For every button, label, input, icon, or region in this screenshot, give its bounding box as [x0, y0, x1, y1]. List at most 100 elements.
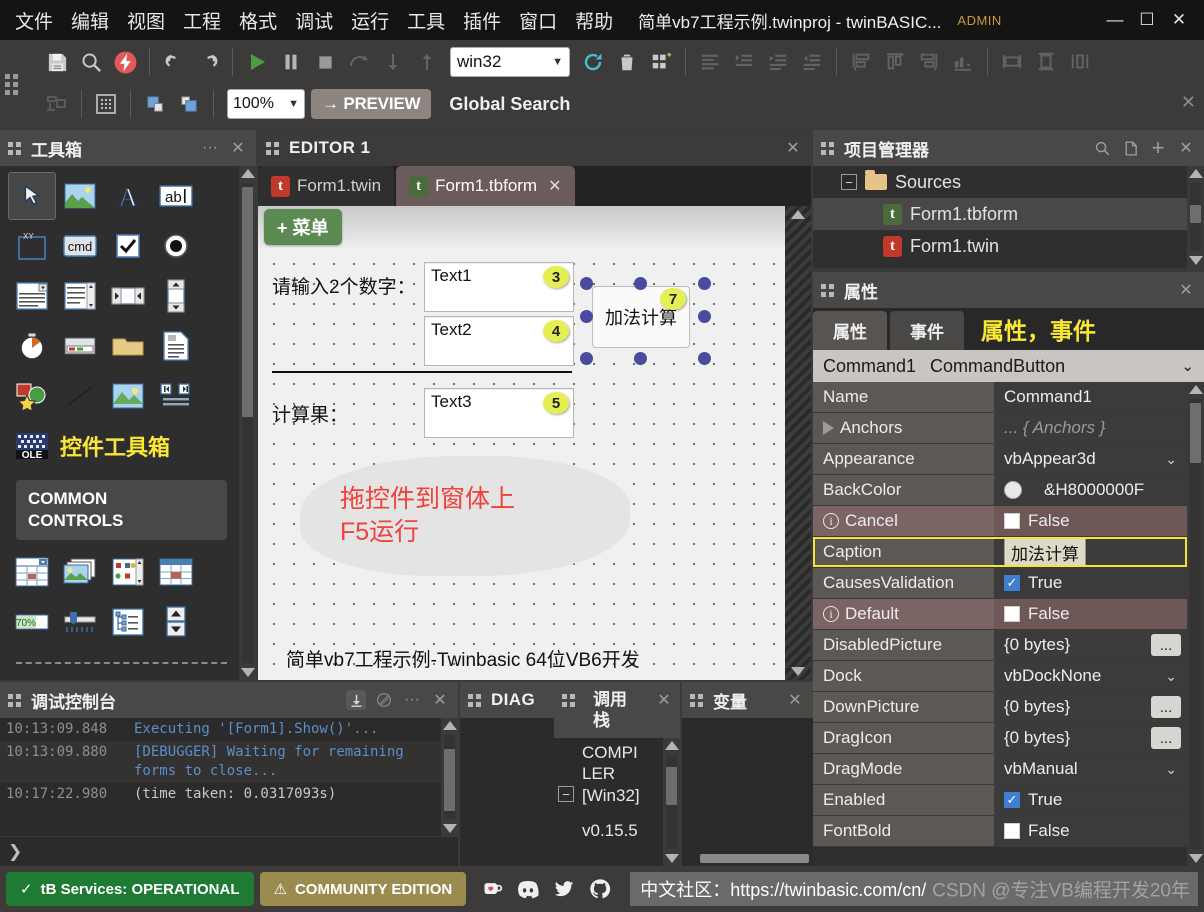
scroll-thumb[interactable]	[666, 767, 677, 805]
zoom-select[interactable]: 100% ▼	[227, 89, 305, 119]
search-icon[interactable]	[1092, 138, 1112, 158]
delete-icon[interactable]	[610, 43, 644, 81]
property-value[interactable]: vbDockNone ⌄	[994, 661, 1187, 691]
tool-frame-icon[interactable]: XY	[8, 222, 56, 270]
align-rights-icon[interactable]	[912, 43, 946, 81]
property-row-anchors[interactable]: Anchors ... { Anchors }	[813, 413, 1187, 444]
selection-handle-ne[interactable]	[698, 277, 711, 290]
tool-image-icon[interactable]	[104, 372, 152, 420]
scroll-up-icon[interactable]	[240, 166, 255, 181]
console-prompt-input[interactable]: ❯	[0, 836, 458, 866]
grid-apps-icon[interactable]	[644, 43, 678, 81]
property-row-appearance[interactable]: Appearance vbAppear3d ⌄	[813, 444, 1187, 475]
designer-scroll-gutter[interactable]	[785, 206, 811, 680]
selection-handle-e[interactable]	[698, 310, 711, 323]
send-to-back-icon[interactable]	[172, 85, 206, 123]
scroll-track[interactable]	[666, 755, 677, 849]
console-scrollbar[interactable]	[441, 718, 458, 836]
selection-handle-se[interactable]	[698, 352, 711, 365]
scroll-up-icon[interactable]	[791, 210, 805, 219]
add-icon[interactable]: +	[1148, 135, 1168, 160]
project-manager-scrollbar[interactable]	[1187, 166, 1204, 268]
scroll-down-icon[interactable]	[1188, 851, 1203, 866]
form-designer-surface[interactable]: + 菜单 请输入2个数字： Text1 3 Text2 4 计算果： Text3…	[258, 206, 785, 680]
tab-events[interactable]: 事件	[890, 311, 964, 350]
scroll-down-icon[interactable]	[664, 851, 679, 866]
tab-properties[interactable]: 属性	[813, 311, 887, 350]
scroll-up-icon[interactable]	[442, 718, 457, 733]
tool-ole-icon[interactable]: OLE	[8, 422, 56, 470]
expand-triangle-icon[interactable]	[823, 421, 834, 435]
preview-button[interactable]: → PREVIEW	[311, 89, 432, 119]
variables-close-icon[interactable]: ✕	[785, 690, 805, 710]
browse-button[interactable]: ...	[1151, 634, 1181, 656]
hot-reload-icon[interactable]	[108, 43, 142, 81]
scroll-track[interactable]	[444, 735, 455, 819]
form-canvas[interactable]: 请输入2个数字： Text1 3 Text2 4 计算果： Text3 5 加法…	[258, 248, 785, 680]
step-out-icon[interactable]	[410, 43, 444, 81]
checkbox[interactable]: ✓	[1004, 792, 1020, 808]
tab-form1-tbform[interactable]: t Form1.tbform ✕	[396, 166, 575, 206]
tool-listbox-icon[interactable]	[56, 272, 104, 320]
menu-run[interactable]: 运行	[342, 3, 398, 38]
properties-scrollbar[interactable]	[1187, 382, 1204, 866]
property-row-name[interactable]: Name Command1	[813, 382, 1187, 413]
tool-optionbutton-icon[interactable]	[152, 222, 200, 270]
menu-help[interactable]: 帮助	[566, 3, 622, 38]
center-vertically-icon[interactable]	[1029, 43, 1063, 81]
browse-button[interactable]: ...	[1151, 727, 1181, 749]
property-value[interactable]: ✓ True	[994, 568, 1187, 598]
editor-close-icon[interactable]: ✕	[783, 138, 803, 158]
property-value[interactable]: {0 bytes} ...	[994, 692, 1187, 722]
drag-handle-icon[interactable]	[8, 693, 21, 707]
step-over-icon[interactable]	[342, 43, 376, 81]
call-stack-close-icon[interactable]: ✕	[654, 690, 674, 710]
tool-updown-icon[interactable]	[152, 598, 200, 646]
search-icon[interactable]	[74, 43, 108, 81]
property-row-dock[interactable]: Dock vbDockNone ⌄	[813, 661, 1187, 692]
tree-node-sources[interactable]: − Sources	[813, 166, 1187, 198]
property-value[interactable]: False	[994, 816, 1187, 846]
github-icon[interactable]	[588, 877, 612, 901]
services-status-badge[interactable]: ✓ tB Services: OPERATIONAL	[6, 872, 254, 906]
checkbox[interactable]: ✓	[1004, 575, 1020, 591]
property-row-causesvalidation[interactable]: CausesValidation ✓ True	[813, 568, 1187, 599]
toolbar-close-icon[interactable]: ✕	[1181, 92, 1196, 113]
decrease-indent-icon[interactable]	[795, 43, 829, 81]
call-stack-scrollbar[interactable]	[663, 738, 680, 866]
selection-handle-n[interactable]	[634, 277, 647, 290]
scroll-up-icon[interactable]	[664, 738, 679, 753]
scroll-down-icon[interactable]	[1188, 253, 1203, 268]
download-icon[interactable]	[346, 690, 366, 710]
kofi-icon[interactable]	[480, 877, 504, 901]
property-value[interactable]: vbAppear3d ⌄	[994, 444, 1187, 474]
scroll-track[interactable]	[242, 183, 253, 663]
menu-edit[interactable]: 编辑	[62, 3, 118, 38]
distribute-icon[interactable]	[1063, 43, 1097, 81]
property-row-enabled[interactable]: Enabled ✓ True	[813, 785, 1187, 816]
redo-icon[interactable]	[191, 43, 225, 81]
step-into-icon[interactable]	[376, 43, 410, 81]
selection-handle-s[interactable]	[634, 352, 647, 365]
drag-handle-icon[interactable]	[468, 693, 481, 707]
tab-form1-twin[interactable]: t Form1.twin	[258, 166, 395, 206]
properties-close-icon[interactable]: ✕	[1176, 280, 1196, 300]
pause-icon[interactable]	[274, 43, 308, 81]
twitter-icon[interactable]	[552, 877, 576, 901]
align-lefts-icon[interactable]	[844, 43, 878, 81]
tool-filelistbox-icon[interactable]	[152, 322, 200, 370]
scroll-thumb[interactable]	[1190, 403, 1201, 463]
property-row-fontbold[interactable]: FontBold False	[813, 816, 1187, 847]
tool-checkbox-icon[interactable]	[104, 222, 152, 270]
selection-handle-sw[interactable]	[580, 352, 593, 365]
checkbox[interactable]	[1004, 606, 1020, 622]
debug-console-close-icon[interactable]: ✕	[430, 690, 450, 710]
minimize-button[interactable]: —	[1100, 5, 1130, 35]
drag-handle-icon[interactable]	[690, 693, 703, 707]
tool-slider-icon[interactable]	[56, 598, 104, 646]
selection-handle-w[interactable]	[580, 310, 593, 323]
info-icon[interactable]: i	[823, 606, 839, 622]
property-row-cancel[interactable]: i Cancel False	[813, 506, 1187, 537]
menu-tools[interactable]: 工具	[398, 3, 454, 38]
tool-monthview-icon[interactable]	[8, 548, 56, 596]
